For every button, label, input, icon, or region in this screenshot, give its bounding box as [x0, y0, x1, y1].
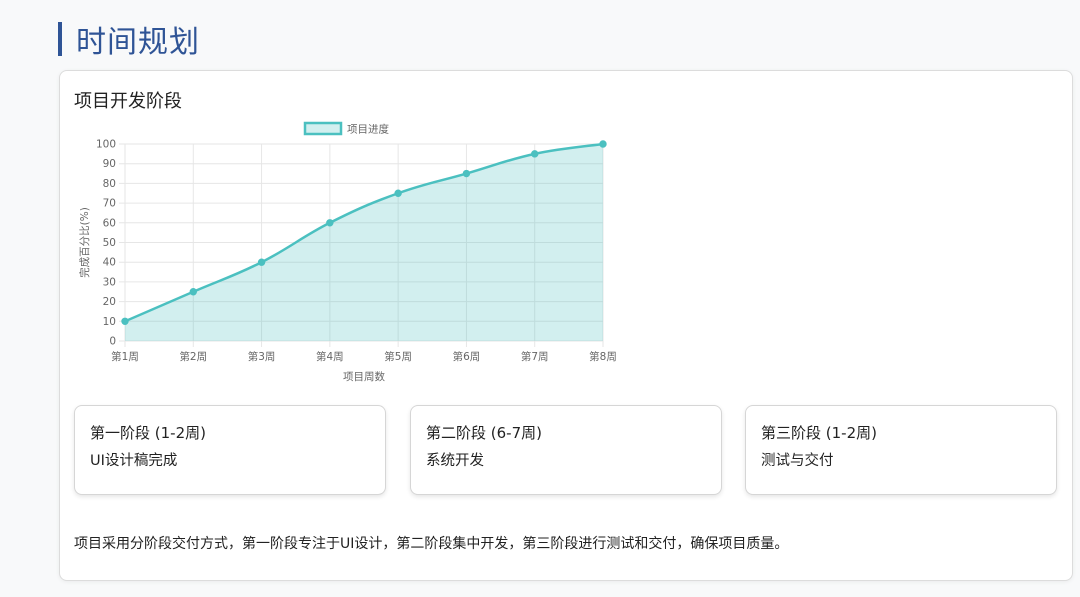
chart-legend[interactable]: 项目进度 — [303, 121, 389, 136]
x-tick-label: 第4周 — [316, 350, 344, 363]
x-tick-label: 第1周 — [111, 350, 139, 363]
legend-swatch[interactable] — [303, 121, 343, 136]
page-title: 时间规划 — [76, 25, 200, 60]
data-point[interactable] — [121, 317, 129, 326]
y-tick-label: 60 — [103, 217, 116, 229]
data-point[interactable] — [257, 258, 266, 266]
x-axis-title: 项目周数 — [343, 370, 385, 383]
data-point[interactable] — [462, 169, 471, 178]
x-tick-label: 第8周 — [589, 350, 617, 363]
phase-title: 第三阶段 (1-2周) — [761, 424, 877, 442]
section-header: 时间规划 — [58, 20, 200, 60]
phase-card-1: 第一阶段 (1-2周) UI设计稿完成 — [74, 405, 386, 495]
y-tick-label: 10 — [103, 316, 116, 328]
title-accent-bar — [58, 22, 62, 56]
y-tick-label: 40 — [103, 257, 116, 269]
phase-card-3: 第三阶段 (1-2周) 测试与交付 — [745, 405, 1057, 495]
y-tick-label: 70 — [103, 198, 116, 210]
y-tick-label: 30 — [103, 276, 116, 288]
x-tick-label: 第2周 — [179, 350, 207, 363]
progress-chart: 0 10 20 30 40 50 60 70 80 90 100 第1周 第2周 第3周 第4周 第5周 第6周… — [78, 121, 617, 383]
y-axis-title: 完成百分比(%) — [78, 207, 91, 278]
y-tick-label: 90 — [103, 158, 116, 170]
data-point[interactable] — [531, 150, 539, 158]
x-tick-label: 第3周 — [248, 350, 276, 363]
phase-title: 第二阶段 (6-7周) — [426, 424, 542, 442]
data-point[interactable] — [326, 219, 334, 227]
y-tick-label: 80 — [103, 178, 116, 190]
legend-label[interactable]: 项目进度 — [347, 123, 389, 136]
y-tick-label: 20 — [103, 296, 116, 308]
phase-description: 测试与交付 — [761, 453, 834, 469]
page: 时间规划 项目开发阶段 0 10 20 30 40 50 60 70 80 90 100 第1周 第2周… — [0, 0, 1080, 597]
x-tick-label: 第7周 — [521, 350, 549, 363]
y-tick-label: 50 — [103, 237, 116, 249]
phase-description: 系统开发 — [426, 453, 484, 469]
data-point[interactable] — [599, 140, 607, 148]
phase-title: 第一阶段 (1-2周) — [90, 424, 206, 442]
summary-text: 项目采用分阶段交付方式，第一阶段专注于UI设计，第二阶段集中开发，第三阶段进行测… — [74, 536, 789, 552]
y-tick-label: 100 — [96, 139, 116, 151]
data-point[interactable] — [189, 288, 197, 296]
phase-card-2: 第二阶段 (6-7周) 系统开发 — [410, 405, 722, 495]
x-tick-label: 第6周 — [453, 350, 481, 363]
data-point[interactable] — [394, 189, 402, 197]
y-tick-label: 0 — [109, 336, 116, 348]
project-phase-card: 项目开发阶段 0 10 20 30 40 50 60 70 80 90 100 第1周 第2周 第3周 第4… — [59, 70, 1073, 581]
x-tick-label: 第5周 — [384, 350, 412, 363]
phase-description: UI设计稿完成 — [90, 453, 178, 469]
